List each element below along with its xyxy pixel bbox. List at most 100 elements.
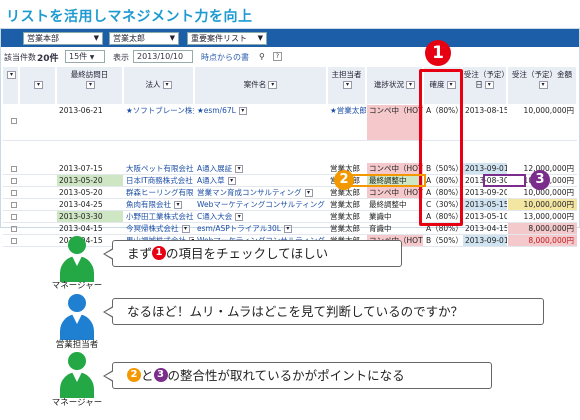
- dept-select[interactable]: 営業本部 ▼: [23, 32, 103, 45]
- chevron-down-icon[interactable]: ▾: [86, 81, 95, 89]
- chevron-down-icon[interactable]: ▾: [268, 81, 278, 89]
- per-page-value: 15件: [69, 52, 88, 61]
- chevron-down-icon[interactable]: ▾: [283, 225, 292, 233]
- corp-link[interactable]: 大阪ペット有限会社: [126, 164, 194, 173]
- count-label: 該当件数: [4, 53, 36, 62]
- header-amount-label: 受注（予定）金額: [512, 70, 572, 79]
- chevron-down-icon[interactable]: ▾: [174, 201, 182, 209]
- cell-deal: A通入展証 ▾: [195, 163, 327, 174]
- header-empty: ▾: [20, 67, 56, 104]
- deal-link[interactable]: A通入草: [197, 176, 225, 185]
- table-row[interactable]: 2013-05-20 群森ヒーリング有限会社▾ 営業マン育成コンサルティング▾ …: [3, 187, 577, 199]
- cell-order-date: 2013-09-01: [463, 163, 507, 174]
- list-select[interactable]: 重要案件リスト ▼: [187, 32, 267, 45]
- deal-link[interactable]: ★esm/67L: [197, 106, 236, 115]
- cell-deal: esm/ASPトライアル30L ▾: [195, 223, 327, 234]
- header-corp-label: 法人: [145, 80, 161, 89]
- cell-corp: 大阪ペット有限会社▾: [124, 163, 194, 174]
- cell-amount: 10,000,000円: [508, 199, 577, 210]
- chevron-down-icon[interactable]: ▾: [227, 177, 236, 185]
- cell-amount: 13,000,000円: [523, 212, 574, 221]
- header-owner[interactable]: 主担当者 ▾: [328, 67, 366, 104]
- corp-link[interactable]: 群森ヒーリング有限会社: [126, 188, 194, 197]
- header-corp[interactable]: 法人 ▾: [124, 67, 194, 104]
- deal-link[interactable]: Webマーケティングコンサルティング: [197, 200, 325, 209]
- row-checkbox[interactable]: [3, 163, 19, 174]
- corp-link[interactable]: 小野田工業株式会社: [126, 212, 194, 221]
- header-progress[interactable]: 進捗状況 ▾: [367, 67, 423, 104]
- corp-link[interactable]: ★ソフトブレーン株式会社: [126, 106, 194, 115]
- cell-amount: 10,000,000円: [523, 106, 574, 115]
- row-checkbox[interactable]: [3, 105, 19, 140]
- corp-link[interactable]: 魚肉有限会社: [126, 200, 171, 209]
- chevron-down-icon[interactable]: ▾: [304, 189, 313, 197]
- checkbox-icon: [11, 202, 17, 208]
- table-row[interactable]: 2013-04-15 今冥帰株式会社 ▾ esm/ASPトライアル30L ▾ 営業太…: [3, 223, 577, 235]
- deal-link[interactable]: 営業マン育成コンサルティング: [197, 188, 302, 197]
- cell-order-date: 2013-05-15: [463, 199, 507, 210]
- cell-deal: ★esm/67L ▾: [195, 105, 327, 140]
- chevron-down-icon[interactable]: ▾: [235, 213, 244, 221]
- dept-select-value: 営業本部: [27, 34, 59, 43]
- cell-order-date: 2013-09-20: [465, 188, 507, 197]
- chevron-down-icon[interactable]: ▾: [484, 81, 494, 89]
- user-select[interactable]: 営業太郎 ▼: [109, 32, 179, 45]
- cell-progress: コンペ中（HOT）: [367, 105, 423, 140]
- table-row[interactable]: 2013-06-21 ★ソフトブレーン株式会社 ★esm/67L▾ ★営業太郎 …: [3, 105, 577, 141]
- speech-bubble: 2 と 3 の整合性が取れているかがポイントになる: [103, 362, 492, 389]
- corp-link[interactable]: 日本IT商務株式会社: [126, 176, 193, 185]
- cell-date: 2013-07-15: [59, 164, 103, 173]
- manager-person-icon: [56, 236, 98, 282]
- cell-corp: 今冥帰株式会社 ▾: [124, 223, 194, 234]
- cell-corp: 小野田工業株式会社▾: [124, 211, 194, 222]
- row-checkbox[interactable]: [3, 199, 19, 210]
- deal-link[interactable]: esm/ASPトライアル30L: [197, 224, 281, 233]
- chevron-down-icon: ▼: [89, 54, 95, 61]
- cell-owner[interactable]: ★営業太郎: [328, 105, 366, 140]
- user-select-value: 営業太郎: [113, 34, 145, 43]
- page-title: リストを活用しマネジメント力を向上: [6, 9, 253, 25]
- row-checkbox[interactable]: [3, 223, 19, 234]
- chevron-down-icon[interactable]: ▾: [235, 165, 244, 173]
- chevron-down-icon: ▼: [93, 34, 99, 42]
- cell-date: 2013-05-20: [59, 188, 103, 197]
- header-amount[interactable]: 受注（予定）金額 ▾: [508, 67, 577, 104]
- chevron-down-icon[interactable]: ▾: [343, 81, 352, 89]
- cell-date: 2013-05-20: [57, 175, 123, 186]
- table-row[interactable]: 2013-03-30 小野田工業株式会社▾ C通入大会▾ 営業太郎 業識中 A（…: [3, 211, 577, 223]
- chevron-down-icon[interactable]: ▾: [34, 81, 43, 89]
- filter-bar: 営業本部 ▼ 営業太郎 ▼ 重要案件リスト ▼: [1, 29, 579, 47]
- order-date-highlight-frame: [483, 174, 526, 187]
- header-deal[interactable]: 案件名 ▾: [195, 67, 327, 104]
- since-link[interactable]: 時点からの書: [201, 52, 249, 63]
- chevron-down-icon[interactable]: ▾: [7, 71, 16, 79]
- table-row[interactable]: 2013-04-25 魚肉有限会社▾ Webマーケティングコンサルティング▾ 営…: [3, 199, 577, 211]
- corp-link[interactable]: 今冥帰株式会社: [126, 224, 179, 233]
- bubble-tail: [105, 249, 114, 259]
- chevron-down-icon[interactable]: ▾: [162, 81, 172, 89]
- per-page-select[interactable]: 15件 ▼: [65, 50, 105, 63]
- cell-corp: 魚肉有限会社 ▾: [124, 199, 194, 210]
- deal-link[interactable]: A通入展証: [197, 164, 232, 173]
- bubble-tail: [105, 307, 114, 317]
- chevron-down-icon[interactable]: ▾: [538, 81, 548, 89]
- header-final-contact[interactable]: 最終訪問日 ▾: [57, 67, 123, 104]
- cell-progress: コンペ中（HOT）: [367, 163, 423, 174]
- display-date-input[interactable]: 2013/10/10: [133, 50, 193, 63]
- row-checkbox[interactable]: [3, 235, 19, 246]
- chevron-down-icon[interactable]: ▾: [406, 81, 415, 89]
- chevron-down-icon[interactable]: ▾: [181, 225, 190, 233]
- deal-link[interactable]: C通入大会: [197, 212, 232, 221]
- chevron-down-icon[interactable]: ▾: [238, 107, 247, 115]
- list-select-value: 重要案件リスト: [191, 34, 247, 43]
- cell-date: 2013-03-30: [57, 211, 123, 222]
- row-checkbox[interactable]: [3, 187, 19, 198]
- row-checkbox[interactable]: [3, 211, 19, 222]
- search-icon[interactable]: ⚲: [259, 52, 265, 61]
- marker-1-inline: 1: [152, 246, 167, 260]
- cell-amount: 8,000,000円: [508, 235, 577, 246]
- row-checkbox[interactable]: [3, 175, 19, 186]
- header-order-date[interactable]: 受注（予定）日 ▾: [463, 67, 507, 104]
- speaker-role: マネージャー: [51, 398, 103, 408]
- help-icon[interactable]: ?: [273, 52, 282, 61]
